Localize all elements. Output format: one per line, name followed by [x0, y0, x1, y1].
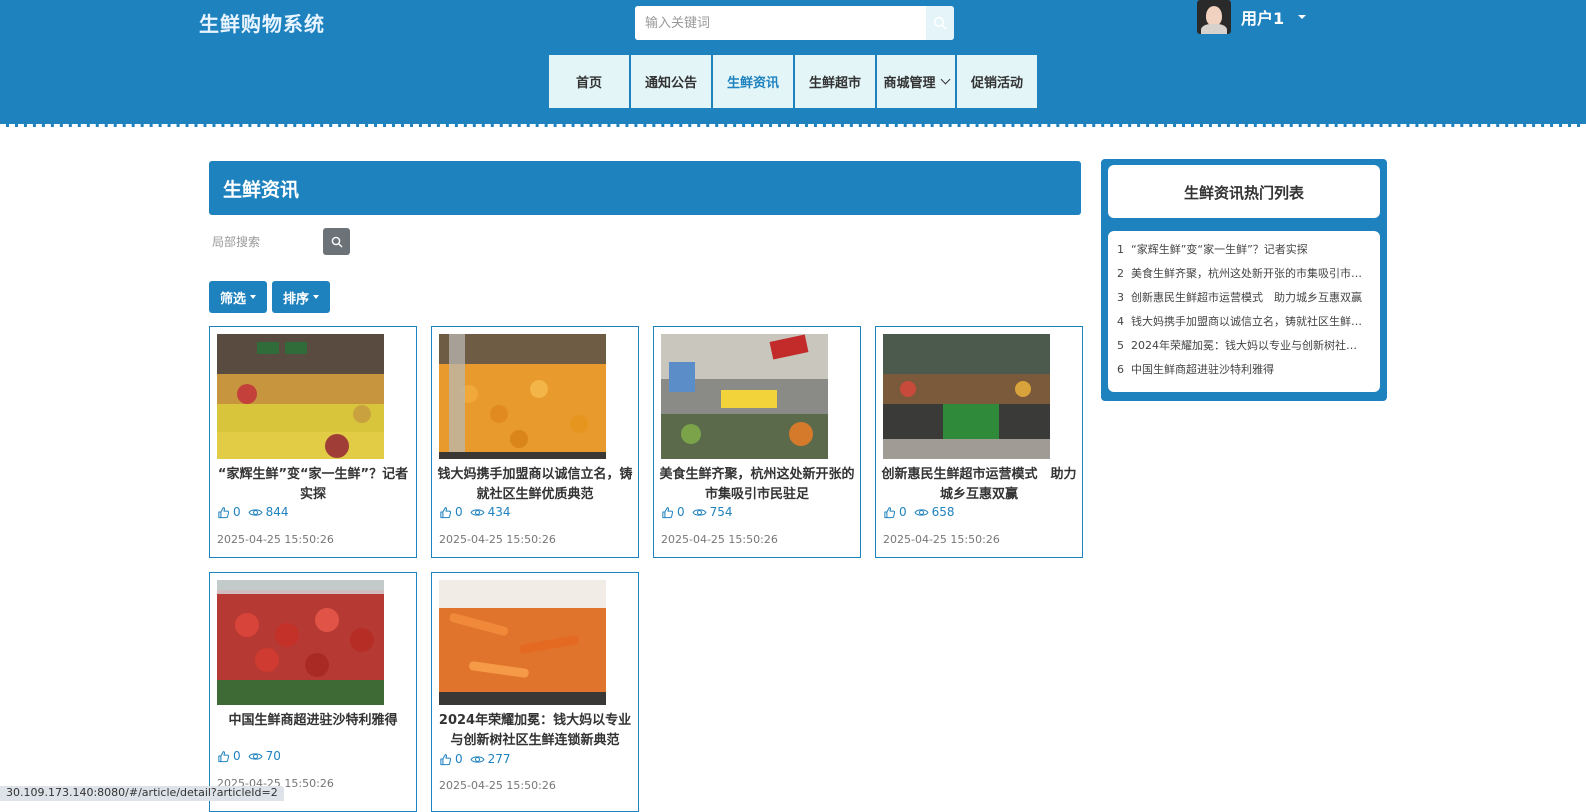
- article-title[interactable]: 2024年荣耀加冕：钱大妈以专业与创新树社区生鲜连锁新典范: [436, 711, 634, 751]
- eye-icon: [470, 507, 485, 518]
- view-count: 754: [709, 505, 733, 519]
- search-button[interactable]: [926, 6, 954, 40]
- search-input[interactable]: [635, 6, 925, 40]
- view-count: 844: [265, 505, 289, 519]
- like-count: 0: [899, 505, 907, 519]
- caret-down-icon: [250, 295, 256, 299]
- article-image[interactable]: [217, 334, 384, 459]
- local-search-button[interactable]: [323, 228, 350, 255]
- article-date: 2025-04-25 15:50:26: [439, 779, 556, 792]
- article-stats: 0 754: [661, 505, 733, 519]
- view-count: 277: [487, 752, 511, 766]
- hot-list-item[interactable]: 1 “家辉生鲜”变“家一生鲜”？记者实探: [1117, 238, 1367, 262]
- like-count: 0: [455, 752, 463, 766]
- eye-icon: [248, 507, 263, 518]
- header: 生鲜购物系统 用户1 首页 通知公告 生鲜资讯 生鲜超市 商城管理 促销活动: [0, 0, 1586, 127]
- like-count: 0: [233, 505, 241, 519]
- browser-status-url: 30.109.173.140:8080/#/article/detail?art…: [0, 786, 284, 801]
- article-stats: 0 658: [883, 505, 955, 519]
- filter-button[interactable]: 筛选: [209, 281, 267, 313]
- nav-notices[interactable]: 通知公告: [631, 55, 711, 108]
- article-title[interactable]: 美食生鲜齐聚，杭州这处新开张的市集吸引市民驻足: [658, 465, 856, 505]
- chevron-down-icon: [940, 74, 950, 85]
- site-logo[interactable]: 生鲜购物系统: [199, 8, 325, 37]
- thumbs-up-icon[interactable]: [661, 506, 674, 519]
- article-card[interactable]: 钱大妈携手加盟商以诚信立名，铸就社区生鲜优质典范 0 434 2025-04-2…: [431, 326, 639, 558]
- thumbs-up-icon[interactable]: [217, 506, 230, 519]
- article-date: 2025-04-25 15:50:26: [439, 533, 556, 546]
- caret-down-icon[interactable]: [1298, 15, 1307, 19]
- article-card[interactable]: 中国生鲜商超进驻沙特利雅得 0 70 2025-04-25 15:50:26: [209, 572, 417, 812]
- search-icon: [933, 16, 947, 30]
- hot-list: 1 “家辉生鲜”变“家一生鲜”？记者实探 2 美食生鲜齐聚，杭州这处新开张的市集吸引…: [1108, 231, 1380, 392]
- article-date: 2025-04-25 15:50:26: [217, 533, 334, 546]
- article-image[interactable]: [883, 334, 1050, 459]
- article-image[interactable]: [439, 334, 606, 459]
- article-date: 2025-04-25 15:50:26: [661, 533, 778, 546]
- caret-down-icon: [313, 295, 319, 299]
- like-count: 0: [677, 505, 685, 519]
- nav-mall-management[interactable]: 商城管理: [877, 55, 955, 108]
- search-icon: [331, 236, 342, 247]
- avatar[interactable]: [1197, 0, 1231, 34]
- article-image[interactable]: [217, 580, 384, 705]
- sort-button[interactable]: 排序: [272, 281, 330, 313]
- article-date: 2025-04-25 15:50:26: [883, 533, 1000, 546]
- local-search-input[interactable]: [204, 228, 322, 255]
- nav-fresh-market[interactable]: 生鲜超市: [795, 55, 875, 108]
- eye-icon: [914, 507, 929, 518]
- like-count: 0: [455, 505, 463, 519]
- thumbs-up-icon[interactable]: [217, 750, 230, 763]
- eye-icon: [470, 754, 485, 765]
- article-stats: 0 70: [217, 749, 281, 763]
- view-count: 658: [931, 505, 955, 519]
- article-image[interactable]: [439, 580, 606, 705]
- nav-home[interactable]: 首页: [549, 55, 629, 108]
- user-menu[interactable]: 用户1: [1197, 0, 1307, 34]
- hot-list-item[interactable]: 2 美食生鲜齐聚，杭州这处新开张的市集吸引市民驻足: [1117, 262, 1367, 286]
- hot-list-item[interactable]: 52024年荣耀加冕：钱大妈以专业与创新树社区生鲜连锁新典范: [1117, 334, 1367, 358]
- article-stats: 0 277: [439, 752, 511, 766]
- article-title[interactable]: “家辉生鲜”变“家一生鲜”？记者实探: [214, 465, 412, 505]
- hot-list-item[interactable]: 3 创新惠民生鲜超市运营模式 助力城乡互惠双赢: [1117, 286, 1367, 310]
- hot-list-panel: 生鲜资讯热门列表 1 “家辉生鲜”变“家一生鲜”？记者实探 2 美食生鲜齐聚，杭州这…: [1101, 159, 1387, 401]
- article-card[interactable]: 美食生鲜齐聚，杭州这处新开张的市集吸引市民驻足 0 754 2025-04-25…: [653, 326, 861, 558]
- hot-list-item[interactable]: 4钱大妈携手加盟商以诚信立名，铸就社区生鲜优质典范: [1117, 310, 1367, 334]
- article-card[interactable]: “家辉生鲜”变“家一生鲜”？记者实探 0 844 2025-04-25 15:5…: [209, 326, 417, 558]
- thumbs-up-icon[interactable]: [439, 753, 452, 766]
- article-title[interactable]: 中国生鲜商超进驻沙特利雅得: [214, 711, 412, 731]
- nav-promotions[interactable]: 促销活动: [957, 55, 1037, 108]
- like-count: 0: [233, 749, 241, 763]
- view-count: 70: [265, 749, 281, 763]
- eye-icon: [692, 507, 707, 518]
- article-card[interactable]: 2024年荣耀加冕：钱大妈以专业与创新树社区生鲜连锁新典范 0 277 2025…: [431, 572, 639, 812]
- eye-icon: [248, 751, 263, 762]
- thumbs-up-icon[interactable]: [883, 506, 896, 519]
- article-image[interactable]: [661, 334, 828, 459]
- hot-list-title: 生鲜资讯热门列表: [1108, 165, 1380, 218]
- main-nav: 首页 通知公告 生鲜资讯 生鲜超市 商城管理 促销活动: [549, 55, 1037, 108]
- page-title: 生鲜资讯: [209, 161, 1081, 215]
- hot-list-item[interactable]: 6 中国生鲜商超进驻沙特利雅得: [1117, 358, 1367, 382]
- article-stats: 0 434: [439, 505, 511, 519]
- search-box: [635, 6, 954, 40]
- thumbs-up-icon[interactable]: [439, 506, 452, 519]
- view-count: 434: [487, 505, 511, 519]
- article-card[interactable]: 创新惠民生鲜超市运营模式 助力城乡互惠双赢 0 658 2025-04-25 1…: [875, 326, 1083, 558]
- article-stats: 0 844: [217, 505, 289, 519]
- user-name[interactable]: 用户1: [1241, 5, 1284, 29]
- article-title[interactable]: 创新惠民生鲜超市运营模式 助力城乡互惠双赢: [880, 465, 1078, 505]
- article-title[interactable]: 钱大妈携手加盟商以诚信立名，铸就社区生鲜优质典范: [436, 465, 634, 505]
- nav-fresh-news[interactable]: 生鲜资讯: [713, 55, 793, 108]
